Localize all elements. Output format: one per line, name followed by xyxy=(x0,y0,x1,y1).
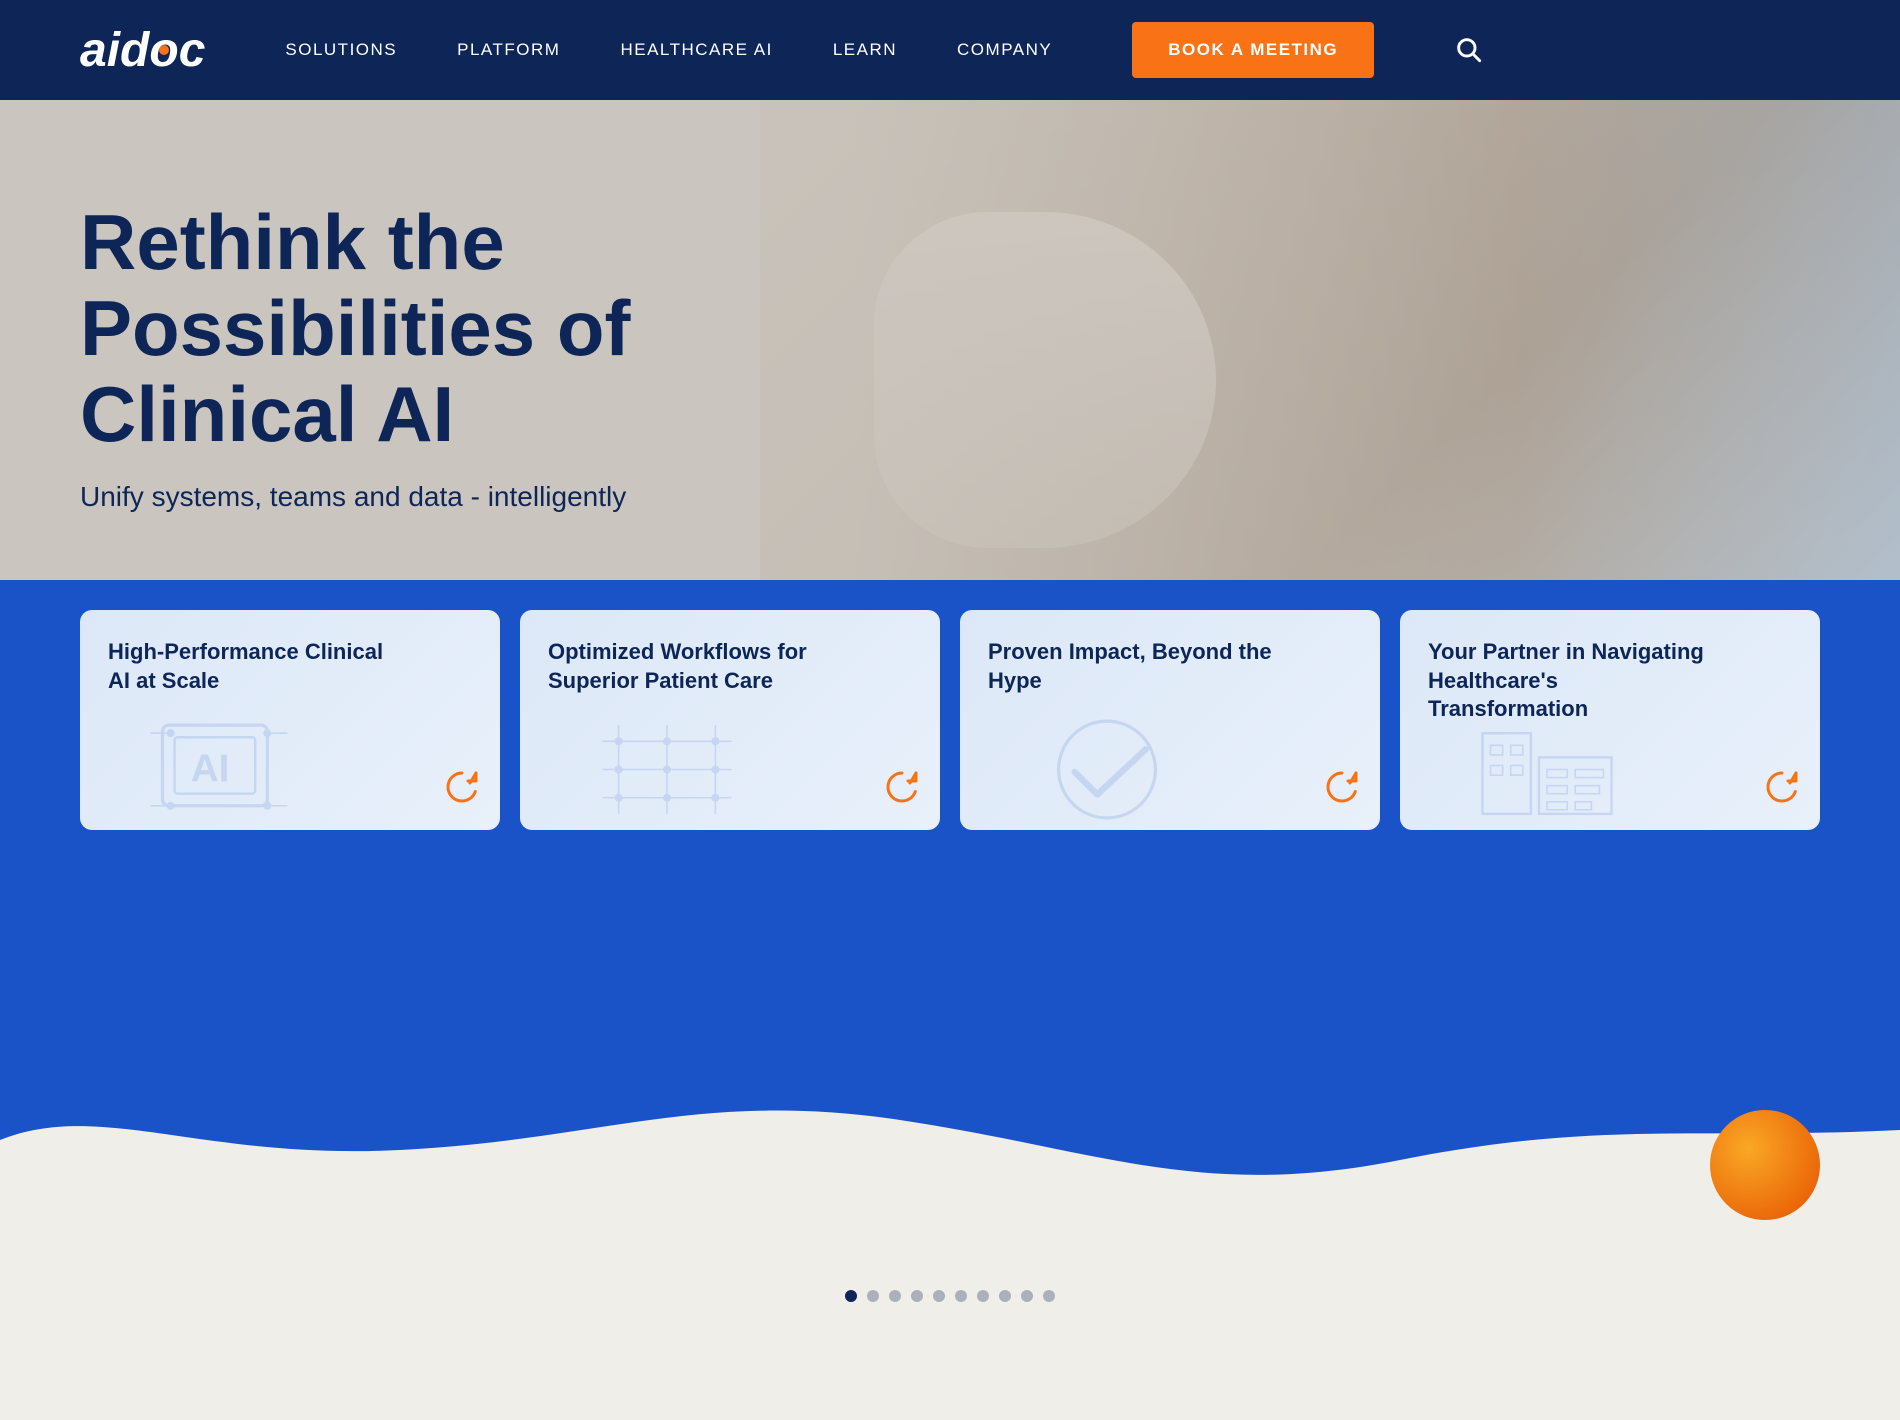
card-workflows[interactable]: Optimized Workflows for Superior Patient… xyxy=(520,610,940,830)
pagination-dots xyxy=(0,1260,1900,1322)
cards-row: High-Performance Clinical AI at Scale AI xyxy=(80,580,1820,830)
card-1-title: High-Performance Clinical AI at Scale xyxy=(108,638,399,695)
search-button[interactable] xyxy=(1454,35,1482,66)
svg-text:AI: AI xyxy=(191,748,230,791)
nav-healthcare-ai[interactable]: HEALTHCARE AI xyxy=(620,40,772,60)
card-1-icon xyxy=(440,765,484,814)
building-bg-icon xyxy=(1400,709,1694,830)
card-2-icon xyxy=(880,765,924,814)
bottom-section xyxy=(0,1260,1900,1420)
nav-links: SOLUTIONS PLATFORM HEALTHCARE AI LEARN C… xyxy=(285,22,1820,78)
nav-solutions[interactable]: SOLUTIONS xyxy=(285,40,397,60)
card-3-title: Proven Impact, Beyond the Hype xyxy=(988,638,1279,695)
hero-subtitle: Unify systems, teams and data - intellig… xyxy=(80,481,730,513)
refresh-icon-4 xyxy=(1760,765,1804,809)
dot-9[interactable] xyxy=(1021,1290,1033,1302)
card-4-icon xyxy=(1760,765,1804,814)
card-3-icon xyxy=(1320,765,1364,814)
dot-4[interactable] xyxy=(911,1290,923,1302)
check-bg-icon xyxy=(960,709,1254,830)
ai-bg-icon: AI xyxy=(80,709,374,830)
dot-8[interactable] xyxy=(999,1290,1011,1302)
circuit-bg-icon xyxy=(520,709,814,830)
wave-section xyxy=(0,980,1900,1260)
search-icon xyxy=(1454,35,1482,63)
refresh-icon-3 xyxy=(1320,765,1364,809)
navbar: aid o c SOLUTIONS PLATFORM HEALTHCARE AI… xyxy=(0,0,1900,100)
logo-text: aid xyxy=(80,23,149,78)
dot-1[interactable] xyxy=(845,1290,857,1302)
card-impact[interactable]: Proven Impact, Beyond the Hype xyxy=(960,610,1380,830)
dot-3[interactable] xyxy=(889,1290,901,1302)
logo[interactable]: aid o c xyxy=(80,23,205,78)
nav-platform[interactable]: PLATFORM xyxy=(457,40,560,60)
wave-divider xyxy=(0,1060,1900,1260)
hero-section: Rethink the Possibilities of Clinical AI… xyxy=(0,100,1900,660)
hero-title: Rethink the Possibilities of Clinical AI xyxy=(80,200,830,457)
nav-learn[interactable]: LEARN xyxy=(833,40,897,60)
dot-7[interactable] xyxy=(977,1290,989,1302)
dot-2[interactable] xyxy=(867,1290,879,1302)
nav-company[interactable]: COMPANY xyxy=(957,40,1052,60)
refresh-icon-2 xyxy=(880,765,924,809)
logo-o: o xyxy=(149,23,178,78)
orange-decorative-ball xyxy=(1710,1110,1820,1220)
logo-c: c xyxy=(179,23,206,78)
hero-content: Rethink the Possibilities of Clinical AI… xyxy=(0,100,1900,573)
book-meeting-button[interactable]: BOOK A MEETING xyxy=(1132,22,1374,78)
card-2-title: Optimized Workflows for Superior Patient… xyxy=(548,638,839,695)
dot-10[interactable] xyxy=(1043,1290,1055,1302)
refresh-icon xyxy=(440,765,484,809)
cards-section: High-Performance Clinical AI at Scale AI xyxy=(0,580,1900,980)
dot-5[interactable] xyxy=(933,1290,945,1302)
card-ai[interactable]: High-Performance Clinical AI at Scale AI xyxy=(80,610,500,830)
card-partner[interactable]: Your Partner in Navigating Healthcare's … xyxy=(1400,610,1820,830)
dot-6[interactable] xyxy=(955,1290,967,1302)
